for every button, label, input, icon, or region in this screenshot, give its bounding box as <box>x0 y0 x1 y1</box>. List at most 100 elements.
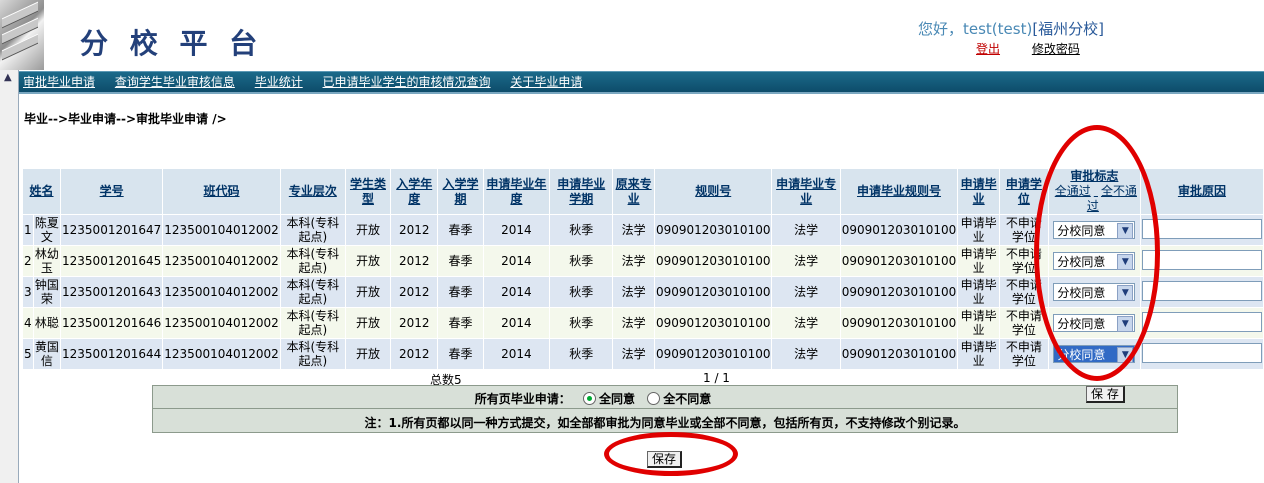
all-agree-radio[interactable] <box>582 392 596 405</box>
cell-apply-grad: 申请毕业 <box>957 307 1001 339</box>
cell-grad-term: 秋季 <box>549 214 614 246</box>
cell-grad-rule-no: 090901203010100 <box>839 307 959 339</box>
cell-student-type: 开放 <box>344 276 392 308</box>
cell-grad-term: 秋季 <box>549 338 614 370</box>
cell-enroll-term: 春季 <box>437 338 484 370</box>
change-password-link[interactable]: 修改密码 <box>1032 42 1080 56</box>
cell-class-code: 123500104012002 <box>162 307 281 339</box>
cell-apply-grad: 申请毕业 <box>957 214 1001 246</box>
cell-level: 本科(专科起点) <box>279 276 346 308</box>
cell-apply-grad: 申请毕业 <box>957 276 1001 308</box>
highlight-ellipse-approval-column <box>1034 125 1160 381</box>
user-greeting: 您好，test(test)[福州分校] <box>918 18 1104 39</box>
nav-divider <box>19 92 1264 94</box>
col-student-type[interactable]: 学生类型 <box>344 168 392 215</box>
bulk-approval-panel: 所有页毕业申请： 全同意 全不同意 注：1.所有页都以同一种方式提交，如全部都审… <box>152 385 1178 433</box>
cell-class-code: 123500104012002 <box>162 245 281 277</box>
cell-apply-grad: 申请毕业 <box>957 245 1001 277</box>
campus-name: [福州分校] <box>1032 20 1105 38</box>
cell-apply-degree: 不申请学位 <box>999 338 1049 370</box>
col-enroll-term[interactable]: 入学学期 <box>437 168 484 215</box>
col-enroll-year[interactable]: 入学年度 <box>390 168 439 215</box>
cell-rule-no: 090901203010100 <box>653 245 773 277</box>
cell-grad-rule-no: 090901203010100 <box>839 214 959 246</box>
col-level[interactable]: 专业层次 <box>279 168 346 215</box>
breadcrumb: 毕业-->毕业申请-->审批毕业申请 /> <box>24 112 227 126</box>
cell-grad-major: 法学 <box>771 338 841 370</box>
nav-item-statistics[interactable]: 毕业统计 <box>255 72 303 92</box>
row-index: 4 <box>22 307 34 339</box>
col-rule-no[interactable]: 规则号 <box>653 168 773 215</box>
cell-grad-year: 2014 <box>482 245 551 277</box>
col-grad-rule-no[interactable]: 申请毕业规则号 <box>839 168 959 215</box>
cell-name: 林聪 <box>32 307 62 339</box>
bulk-option-row: 所有页毕业申请： 全同意 全不同意 <box>153 390 1033 407</box>
greeting-text: 您好，test(test) <box>918 20 1033 38</box>
cell-orig-major: 法学 <box>612 276 655 308</box>
cell-level: 本科(专科起点) <box>279 214 346 246</box>
cell-rule-no: 090901203010100 <box>653 307 773 339</box>
save-button-panel[interactable]: 保 存 <box>1086 386 1125 403</box>
cell-reason <box>1139 307 1264 339</box>
cell-apply-grad: 申请毕业 <box>957 338 1001 370</box>
cell-level: 本科(专科起点) <box>279 338 346 370</box>
cell-level: 本科(专科起点) <box>279 307 346 339</box>
cell-grad-year: 2014 <box>482 338 551 370</box>
reason-input[interactable] <box>1141 218 1262 239</box>
cell-student-type: 开放 <box>344 307 392 339</box>
cell-rule-no: 090901203010100 <box>653 214 773 246</box>
col-grad-major[interactable]: 申请毕业专业 <box>771 168 841 215</box>
all-agree-label[interactable]: 全同意 <box>599 392 635 406</box>
all-disagree-radio[interactable] <box>647 392 661 405</box>
cell-grad-major: 法学 <box>771 307 841 339</box>
col-orig-major[interactable]: 原来专业 <box>612 168 655 215</box>
cell-rule-no: 090901203010100 <box>653 276 773 308</box>
nav-item-about[interactable]: 关于毕业申请 <box>510 72 582 92</box>
col-name[interactable]: 姓名 <box>21 168 62 215</box>
cell-grad-rule-no: 090901203010100 <box>839 245 959 277</box>
cell-grad-major: 法学 <box>771 214 841 246</box>
cell-student-type: 开放 <box>344 245 392 277</box>
cell-enroll-term: 春季 <box>437 245 484 277</box>
cell-grad-term: 秋季 <box>549 245 614 277</box>
nav-item-query-audit[interactable]: 查询学生毕业审核信息 <box>115 72 235 92</box>
corner-decoration <box>0 0 44 70</box>
cell-grad-term: 秋季 <box>549 307 614 339</box>
all-disagree-label[interactable]: 全不同意 <box>663 392 711 406</box>
cell-class-code: 123500104012002 <box>162 214 281 246</box>
cell-grad-rule-no: 090901203010100 <box>839 338 959 370</box>
cell-enroll-year: 2012 <box>390 276 439 308</box>
col-student-id[interactable]: 学号 <box>60 168 164 215</box>
cell-rule-no: 090901203010100 <box>653 338 773 370</box>
col-apply-grad[interactable]: 申请毕业 <box>957 168 1001 215</box>
col-grad-year[interactable]: 申请毕业年度 <box>482 168 551 215</box>
col-reason[interactable]: 审批原因 <box>1139 168 1264 215</box>
cell-grad-major: 法学 <box>771 276 841 308</box>
platform-logo: 分 校 平 台 <box>80 27 264 60</box>
cell-class-code: 123500104012002 <box>162 338 281 370</box>
collapse-arrow-icon[interactable]: ▲ <box>4 72 12 83</box>
nav-item-approve[interactable]: 审批毕业申请 <box>23 72 95 92</box>
logout-link[interactable]: 登出 <box>976 42 1000 56</box>
cell-student-type: 开放 <box>344 338 392 370</box>
cell-orig-major: 法学 <box>612 307 655 339</box>
left-collapse-rail[interactable]: ▲ <box>0 70 19 483</box>
cell-enroll-year: 2012 <box>390 338 439 370</box>
nav-item-applied-status[interactable]: 已申请毕业学生的审核情况查询 <box>323 72 491 92</box>
cell-reason <box>1139 276 1264 308</box>
cell-orig-major: 法学 <box>612 338 655 370</box>
cell-enroll-term: 春季 <box>437 276 484 308</box>
col-class-code[interactable]: 班代码 <box>162 168 281 215</box>
cell-name: 林幼玉 <box>32 245 62 277</box>
reason-input[interactable] <box>1141 280 1262 301</box>
cell-reason <box>1139 338 1264 370</box>
reason-input[interactable] <box>1141 342 1262 363</box>
cell-class-code: 123500104012002 <box>162 276 281 308</box>
cell-orig-major: 法学 <box>612 245 655 277</box>
reason-input[interactable] <box>1141 311 1262 332</box>
col-grad-term[interactable]: 申请毕业学期 <box>549 168 614 215</box>
row-index: 3 <box>22 276 34 308</box>
submission-note: 注：1.所有页都以同一种方式提交，如全部都审批为同意毕业或全部不同意，包括所有页… <box>364 416 966 430</box>
cell-grad-year: 2014 <box>482 214 551 246</box>
cell-name: 钟国荣 <box>32 276 62 308</box>
